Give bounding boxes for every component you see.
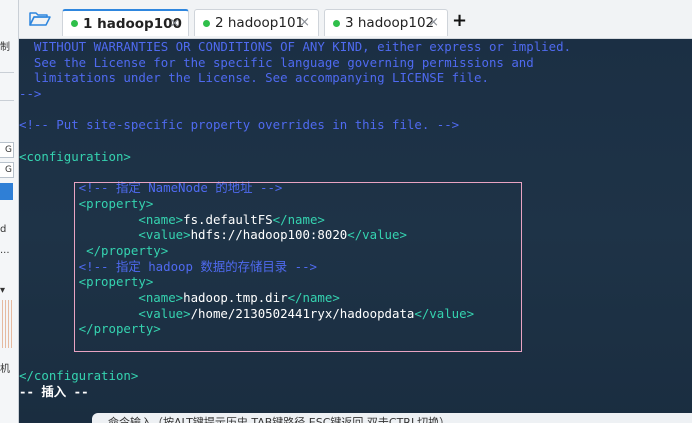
tab-label: 2 hadoop101 [215, 15, 305, 31]
close-icon[interactable]: × [428, 15, 439, 30]
side-panel-text: 制 [0, 42, 10, 53]
terminal-line: <name>fs.defaultFS</name> [19, 212, 692, 228]
terminal-line: <!-- 指定 hadoop 数据的存储目录 --> [19, 259, 692, 275]
tab-hadoop101[interactable]: 2 hadoop101 × [194, 9, 319, 36]
side-panel-field[interactable]: G [0, 142, 14, 158]
terminal-line: -- 插入 -- [19, 384, 692, 400]
connected-status-icon [203, 19, 210, 27]
terminal-line: <!-- 指定 NameNode 的地址 --> [19, 180, 692, 196]
terminal-line: --> [19, 86, 692, 102]
terminal-text: hadoop.tmp.dir [183, 290, 288, 305]
tab-hadoop102[interactable]: 3 hadoop102 × [324, 9, 448, 36]
terminal-text: <property> [19, 274, 154, 290]
terminal-view[interactable]: WITHOUT WARRANTIES OR CONDITIONS OF ANY … [19, 39, 692, 423]
side-panel-text: d [0, 224, 7, 235]
terminal-text: </property> [19, 242, 169, 258]
tab-label: 1 hadoop100 [83, 15, 182, 32]
terminal-line: <configuration> [19, 149, 692, 165]
terminal-text: </name> [287, 290, 340, 305]
connected-status-icon [71, 20, 78, 27]
terminal-line: </configuration> [19, 368, 692, 384]
terminal-text: </value> [347, 227, 407, 243]
terminal-text: <value> [138, 305, 191, 321]
terminal-text: </name> [272, 211, 325, 227]
terminal-line: See the License for the specific languag… [19, 55, 692, 71]
terminal-line: <value>hdfs://hadoop100:8020</value> [19, 227, 692, 243]
terminal-text: <name> [138, 290, 184, 305]
terminal-text: See the License for the specific languag… [19, 54, 534, 70]
chevron-down-icon[interactable]: ▾ [0, 285, 5, 296]
terminal-line: WITHOUT WARRANTIES OR CONDITIONS OF ANY … [19, 39, 692, 55]
terminal-text: </configuration> [19, 368, 139, 384]
terminal-text: <name> [138, 211, 184, 227]
terminal-text: <property> [19, 195, 154, 211]
terminal-line: limitations under the License. See accom… [19, 70, 692, 86]
side-panel-divider [0, 72, 14, 73]
terminal-text: <!-- 指定 NameNode 的地址 --> [19, 180, 283, 196]
folder-open-icon[interactable] [29, 11, 51, 27]
close-icon[interactable]: × [299, 15, 310, 30]
side-panel-graph [2, 300, 12, 348]
terminal-line: <property> [19, 196, 692, 212]
close-icon[interactable]: × [169, 16, 180, 31]
terminal-text: hdfs://hadoop100:8020 [190, 227, 348, 243]
connected-status-icon [333, 19, 340, 27]
session-side-panel: 制 G G d ... ▾ 机 [0, 0, 19, 423]
terminal-text: /home/2130502441ryx/hadoopdata [190, 305, 415, 321]
terminal-text: </property> [19, 321, 161, 337]
side-panel-text: ... [0, 245, 10, 256]
terminal-line: </property> [19, 243, 692, 259]
terminal-output: WITHOUT WARRANTIES OR CONDITIONS OF ANY … [19, 39, 692, 400]
terminal-text: </value> [414, 305, 475, 321]
terminal-line: <property> [19, 274, 692, 290]
terminal-text: <value> [138, 227, 191, 243]
tab-hadoop100[interactable]: 1 hadoop100 × [62, 9, 189, 36]
terminal-line: </property> [19, 321, 692, 337]
command-input-bar[interactable]: 命令输入（按ALT键提示历史,TAB键路径,ESC键返回,双击CTRL切换） [92, 413, 692, 423]
terminal-text: <!-- Put site-specific property override… [19, 117, 460, 133]
terminal-text: limitations under the License. See accom… [19, 70, 489, 86]
terminal-line: <value>/home/2130502441ryx/hadoopdata</v… [19, 306, 692, 322]
terminal-text: -- 插入 -- [19, 384, 89, 400]
terminal-line: <name>hadoop.tmp.dir</name> [19, 290, 692, 306]
side-panel-text: 机 [0, 364, 10, 375]
terminal-text: <!-- 指定 hadoop 数据的存储目录 --> [19, 258, 318, 274]
terminal-text: <configuration> [19, 148, 131, 164]
side-panel-divider [0, 100, 14, 101]
new-tab-button[interactable]: + [452, 10, 467, 32]
terminal-text: WITHOUT WARRANTIES OR CONDITIONS OF ANY … [19, 39, 572, 54]
tab-label: 3 hadoop102 [345, 15, 435, 31]
side-panel-field[interactable]: G [0, 162, 14, 178]
side-panel-selected-item[interactable] [0, 183, 13, 200]
command-input-placeholder: 命令输入（按ALT键提示历史,TAB键路径,ESC键返回,双击CTRL切换） [108, 416, 451, 423]
session-tab-bar: 1 hadoop100 × 2 hadoop101 × 3 hadoop102 … [19, 0, 692, 39]
terminal-text: fs.defaultFS [183, 211, 273, 227]
terminal-text: --> [19, 86, 42, 102]
terminal-line: <!-- Put site-specific property override… [19, 117, 692, 133]
